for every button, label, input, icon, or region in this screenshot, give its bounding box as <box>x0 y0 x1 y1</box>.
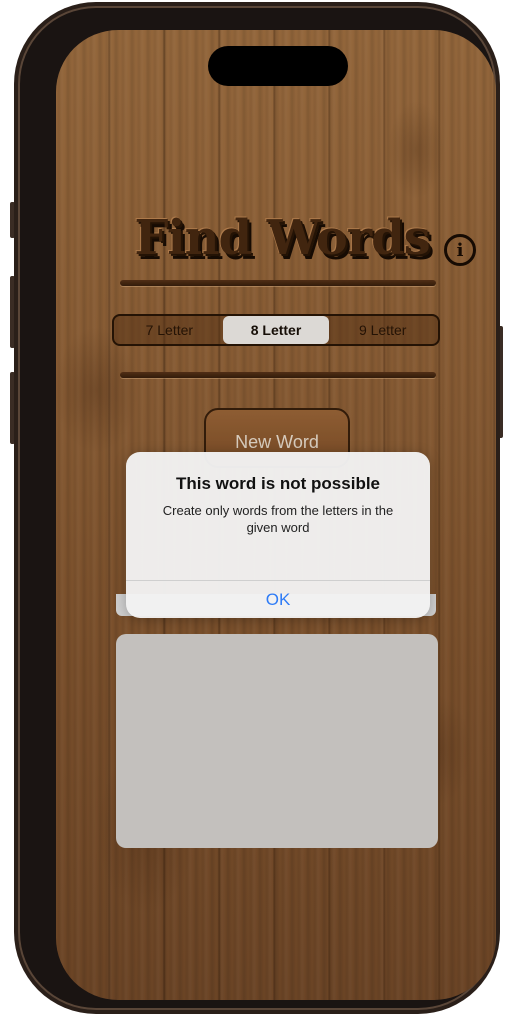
volume-down-button <box>10 372 15 444</box>
alert-title: This word is not possible <box>175 474 381 493</box>
volume-up-button <box>10 276 15 348</box>
alert-message: Create only words from the letters in th… <box>162 503 394 535</box>
phone-frame: Find Words i 7 Letter 8 Letter 9 Letter … <box>18 6 496 1010</box>
app-screen: Find Words i 7 Letter 8 Letter 9 Letter … <box>56 30 496 1000</box>
power-button <box>498 326 503 438</box>
alert-dialog: This word is not possible Create only wo… <box>126 452 430 618</box>
silent-switch <box>10 202 15 238</box>
alert-ok-button[interactable]: OK <box>126 581 430 618</box>
